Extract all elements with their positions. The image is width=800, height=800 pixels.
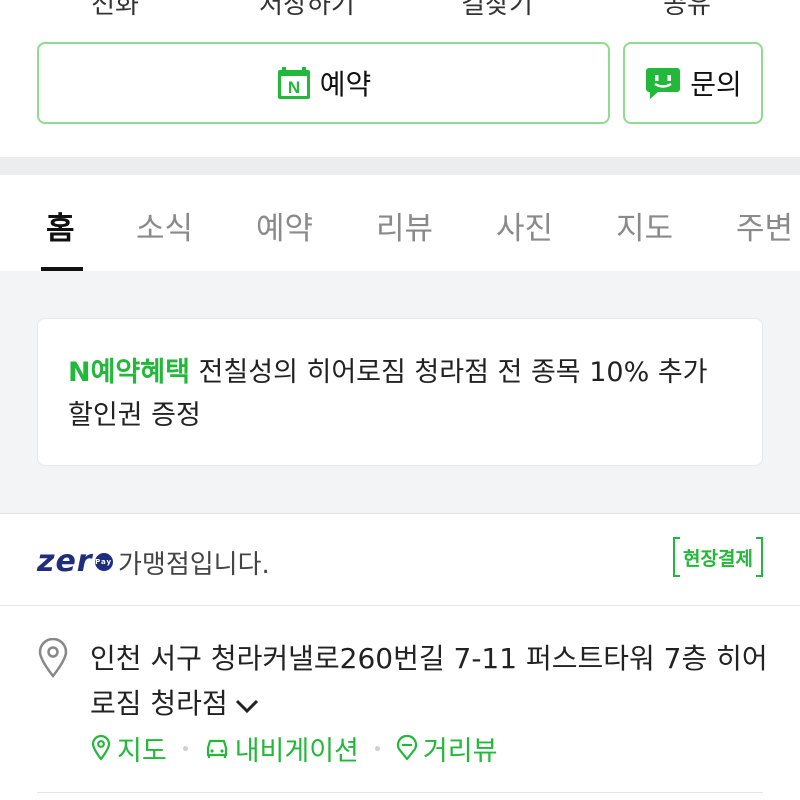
top-action-bar: 전화 저장하기 길찾기 공유 (0, 0, 800, 20)
reserve-label: 예약 (319, 68, 372, 101)
address-line: 인천 서구 청라커낼로260번길 7-11 퍼스트타워 7층 히어로짐 청라점 (90, 642, 768, 720)
naver-booking-icon: N (276, 65, 312, 101)
section-divider (0, 157, 800, 175)
reserve-button[interactable]: N 예약 (37, 42, 610, 124)
svg-text:N: N (288, 78, 300, 97)
street-view-icon (396, 735, 417, 761)
navigation-link[interactable]: 내비게이션 (204, 729, 359, 768)
tab-photos[interactable]: 사진 (496, 203, 553, 248)
benefit-highlight: N예약혜택 (68, 357, 190, 388)
map-link-label: 지도 (117, 735, 167, 767)
street-view-link-label: 거리뷰 (422, 735, 498, 767)
chevron-down-icon[interactable] (234, 683, 260, 728)
directions-action[interactable]: 길찾기 (402, 0, 592, 21)
tab-reviews[interactable]: 리뷰 (376, 203, 433, 248)
map-link[interactable]: 지도 (90, 729, 167, 768)
inquiry-label: 문의 (690, 68, 742, 101)
address-links: 지도 내비게이션 거리뷰 (90, 728, 497, 768)
zeropay-logo: zer Pay (37, 544, 113, 579)
chat-icon (644, 64, 682, 102)
save-action[interactable]: 저장하기 (212, 0, 402, 21)
address-text: 인천 서구 청라커낼로260번길 7-11 퍼스트타워 7층 히어로짐 청라점 (90, 636, 770, 728)
car-icon (206, 739, 227, 758)
tab-booking[interactable]: 예약 (256, 203, 313, 248)
tab-news[interactable]: 소식 (136, 203, 193, 248)
onsite-payment-badge: 현장결제 (672, 536, 764, 578)
street-view-link[interactable]: 거리뷰 (396, 729, 498, 768)
tab-nearby[interactable]: 주변 (736, 203, 793, 248)
tab-map[interactable]: 지도 (616, 203, 673, 248)
tab-home[interactable]: 홈 (46, 203, 75, 248)
location-pin-icon (37, 637, 69, 682)
call-action[interactable]: 전화 (20, 0, 210, 21)
inquiry-button[interactable]: 문의 (623, 42, 763, 124)
pay-mark: Pay (94, 552, 113, 571)
link-separator (182, 745, 188, 751)
navigation-link-label: 내비게이션 (234, 735, 359, 767)
share-action[interactable]: 공유 (592, 0, 782, 21)
link-separator (374, 745, 380, 751)
tab-bar: 홈 소식 예약 리뷰 사진 지도 주변 (0, 175, 800, 272)
divider (37, 792, 763, 793)
zeropay-text: 가맹점입니다. (118, 550, 270, 580)
benefit-card[interactable]: N예약혜택 전칠성의 히어로짐 청라점 전 종목 10% 추가 할인권 증정 (37, 318, 763, 466)
map-pin-icon (91, 735, 111, 761)
zeropay-logo-text: zer (37, 544, 93, 579)
